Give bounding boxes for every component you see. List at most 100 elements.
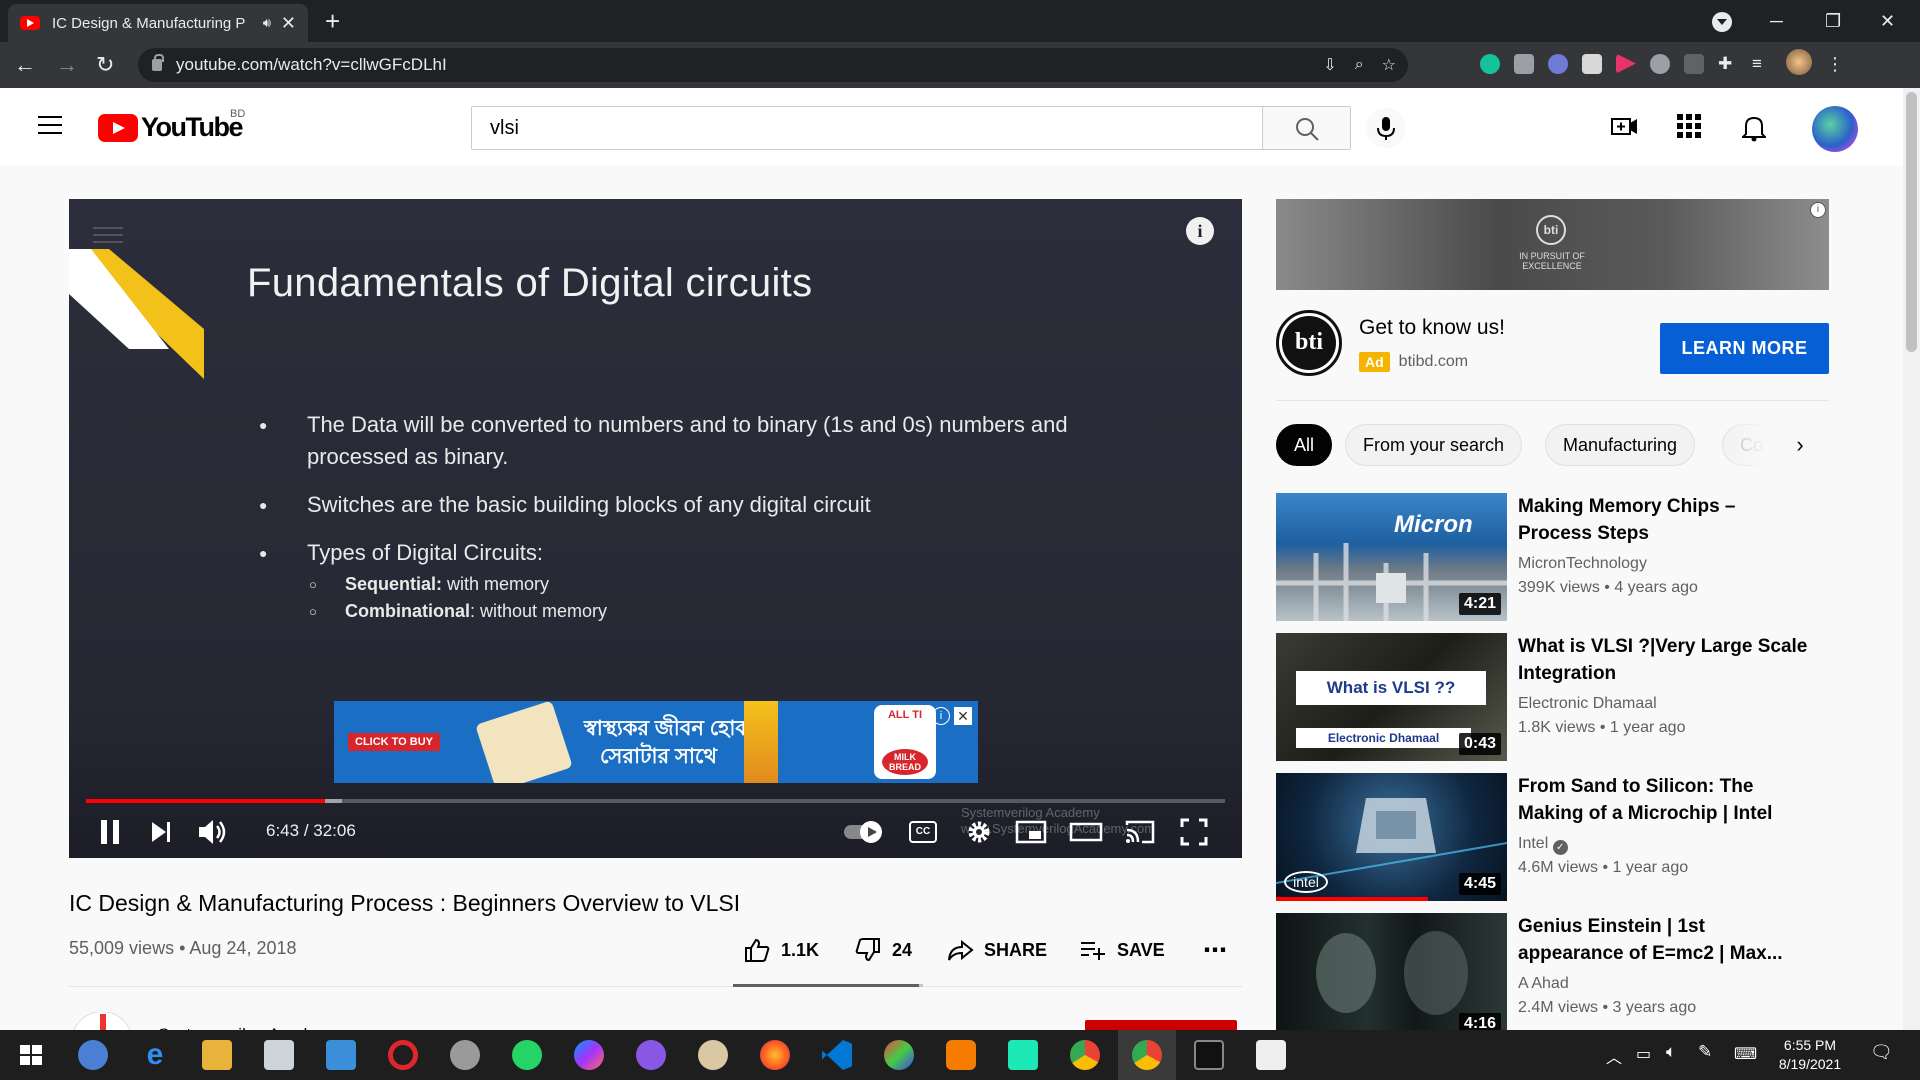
back-icon[interactable]: ← <box>14 52 36 78</box>
file-explorer-icon[interactable] <box>202 1040 232 1070</box>
chrome-active-icon[interactable] <box>1132 1040 1162 1070</box>
learn-more-button[interactable]: LEARN MORE <box>1660 323 1829 374</box>
zoom-icon[interactable]: ⌕ <box>1355 56 1364 74</box>
puzzle-extensions-icon[interactable]: ✚ <box>1718 54 1738 74</box>
more-actions-icon[interactable]: ⋯ <box>1203 930 1227 970</box>
chrome-menu-icon[interactable]: ⋮ <box>1826 54 1846 74</box>
autoplay-toggle[interactable] <box>844 821 882 843</box>
github-icon[interactable] <box>636 1040 666 1070</box>
next-icon[interactable] <box>149 817 173 847</box>
opera-icon[interactable] <box>388 1040 418 1070</box>
subtitles-button[interactable]: CC <box>909 821 937 843</box>
ad-headline[interactable]: Get to know us! <box>1359 316 1505 340</box>
overlay-ad[interactable]: CLICK TO BUY স্বাস্থ্যকর জীবন হোক সেরাটা… <box>334 701 978 783</box>
chip-all[interactable]: All <box>1276 424 1333 466</box>
save-button[interactable]: SAVE <box>1079 930 1165 970</box>
play-extension-icon[interactable] <box>1616 53 1636 74</box>
youtube-logo[interactable]: YouTube BD <box>98 108 245 143</box>
overlay-ad-cta[interactable]: CLICK TO BUY <box>348 733 441 751</box>
qbittorrent-icon[interactable] <box>78 1040 108 1070</box>
overlay-ad-close-icon[interactable]: ✕ <box>954 707 972 725</box>
ad-info-icon[interactable]: i <box>1810 202 1826 218</box>
voice-search-button[interactable] <box>1366 108 1406 148</box>
tab-search-icon[interactable] <box>1712 12 1732 32</box>
dislike-button[interactable]: 24 <box>854 930 912 970</box>
tab-close-icon[interactable]: ✕ <box>281 13 296 34</box>
video-info-icon[interactable]: i <box>1186 217 1214 245</box>
recommendation-channel[interactable]: A Ahad <box>1518 975 1569 993</box>
paint-icon[interactable] <box>698 1040 728 1070</box>
recommendation-item[interactable]: 4:16 Genius Einstein | 1st appearance of… <box>1276 913 1836 1041</box>
extension-icon[interactable] <box>1684 53 1704 74</box>
app-icon[interactable] <box>884 1040 914 1070</box>
account-avatar[interactable] <box>1812 106 1858 152</box>
search-input[interactable] <box>471 106 1263 150</box>
tray-chevron-up-icon[interactable]: ︿ <box>1606 1044 1622 1068</box>
search-button[interactable] <box>1262 106 1351 150</box>
share-button[interactable]: SHARE <box>946 930 1047 970</box>
browser-tab[interactable]: IC Design & Manufacturing P 🔊︎ ✕ <box>8 4 308 42</box>
tab-audio-icon[interactable]: 🔊︎ <box>263 15 271 31</box>
recommendation-title[interactable]: What is VLSI ?|Very Large Scale Integrat… <box>1518 633 1808 687</box>
recommendation-item[interactable]: intel 4:45 From Sand to Silicon: The Mak… <box>1276 773 1836 901</box>
close-window-button[interactable]: ✕ <box>1880 0 1895 42</box>
recommendation-item[interactable]: What is VLSI ?? Electronic Dhamaal 0:43 … <box>1276 633 1836 761</box>
recommendation-item[interactable]: Micron 4:21 Making Memory Chips – Proces… <box>1276 493 1836 621</box>
channel-avatar[interactable] <box>72 1012 132 1030</box>
theater-mode-icon[interactable] <box>1069 817 1103 847</box>
system-clock[interactable]: 6:55 PM 8/19/2021 <box>1765 1036 1855 1074</box>
network-icon[interactable]: ▭ <box>1636 1044 1651 1064</box>
windows-start-icon[interactable] <box>16 1040 46 1070</box>
satellite-app-icon[interactable] <box>450 1040 480 1070</box>
volume-icon[interactable] <box>197 817 229 847</box>
pen-icon[interactable]: ✎ <box>1698 1042 1712 1062</box>
restore-button[interactable]: ❐ <box>1825 0 1841 42</box>
video-thumbnail[interactable]: 4:16 <box>1276 913 1507 1041</box>
miniplayer-icon[interactable] <box>1015 817 1047 847</box>
chip-from-your-search[interactable]: From your search <box>1345 424 1523 466</box>
channel-name[interactable]: Systemverilog Academy <box>158 1022 339 1030</box>
overlay-ad-info-icon[interactable]: i <box>932 707 950 725</box>
chip-manufacturing[interactable]: Manufacturing <box>1545 424 1696 466</box>
recommendation-title[interactable]: From Sand to Silicon: The Making of a Mi… <box>1518 773 1808 827</box>
pycharm-icon[interactable] <box>1008 1040 1038 1070</box>
keyboard-icon[interactable]: ⌨ <box>1734 1044 1757 1064</box>
recommendation-channel[interactable]: MicronTechnology <box>1518 555 1647 573</box>
minimize-button[interactable]: ─ <box>1770 0 1783 42</box>
video-thumbnail[interactable]: What is VLSI ?? Electronic Dhamaal 0:43 <box>1276 633 1507 761</box>
new-tab-button[interactable]: + <box>325 6 340 37</box>
address-bar[interactable]: youtube.com/watch?v=cllwGFcDLhI ⇩ ⌕ ☆ <box>138 48 1408 82</box>
recommendation-title[interactable]: Genius Einstein | 1st appearance of E=mc… <box>1518 913 1808 967</box>
advertiser-logo[interactable] <box>1276 310 1342 376</box>
chrome-icon[interactable] <box>1070 1040 1100 1070</box>
grammarly-extension-icon[interactable] <box>1480 53 1500 74</box>
store-icon[interactable] <box>264 1040 294 1070</box>
settings-gear-icon[interactable] <box>965 817 993 847</box>
recommendation-channel[interactable]: Intel ✓ <box>1518 835 1568 855</box>
video-player[interactable]: Fundamentals of Digital circuits The Dat… <box>69 199 1242 858</box>
extension-icon[interactable] <box>1582 53 1602 74</box>
edge-icon[interactable]: e <box>140 1040 170 1070</box>
notifications-bell-icon[interactable] <box>1742 114 1766 142</box>
pause-icon[interactable] <box>99 817 121 847</box>
scrollbar-thumb[interactable] <box>1906 92 1917 352</box>
install-app-icon[interactable]: ⇩ <box>1323 55 1336 75</box>
messenger-icon[interactable] <box>574 1040 604 1070</box>
media-control-icon[interactable]: ≡ <box>1752 54 1772 74</box>
create-video-icon[interactable] <box>1610 114 1640 140</box>
forward-icon[interactable]: → <box>56 52 78 78</box>
extension-icon[interactable] <box>1548 53 1568 74</box>
page-scrollbar[interactable] <box>1903 88 1920 1030</box>
cast-icon[interactable] <box>1124 817 1156 847</box>
progress-bar[interactable] <box>86 799 1225 803</box>
chevron-right-icon[interactable]: › <box>1780 424 1820 466</box>
terminal-icon[interactable] <box>1194 1040 1224 1070</box>
fullscreen-icon[interactable] <box>1179 817 1209 847</box>
whatsapp-icon[interactable] <box>512 1040 542 1070</box>
mail-icon[interactable] <box>326 1040 356 1070</box>
notifications-center-icon[interactable]: 🗨︎ <box>1870 1042 1893 1063</box>
volume-tray-icon[interactable]: 🔈︎ <box>1666 1042 1676 1062</box>
subscribe-button[interactable] <box>1085 1020 1237 1030</box>
recommendation-title[interactable]: Making Memory Chips – Process Steps <box>1518 493 1808 547</box>
apps-grid-icon[interactable] <box>1677 114 1701 138</box>
